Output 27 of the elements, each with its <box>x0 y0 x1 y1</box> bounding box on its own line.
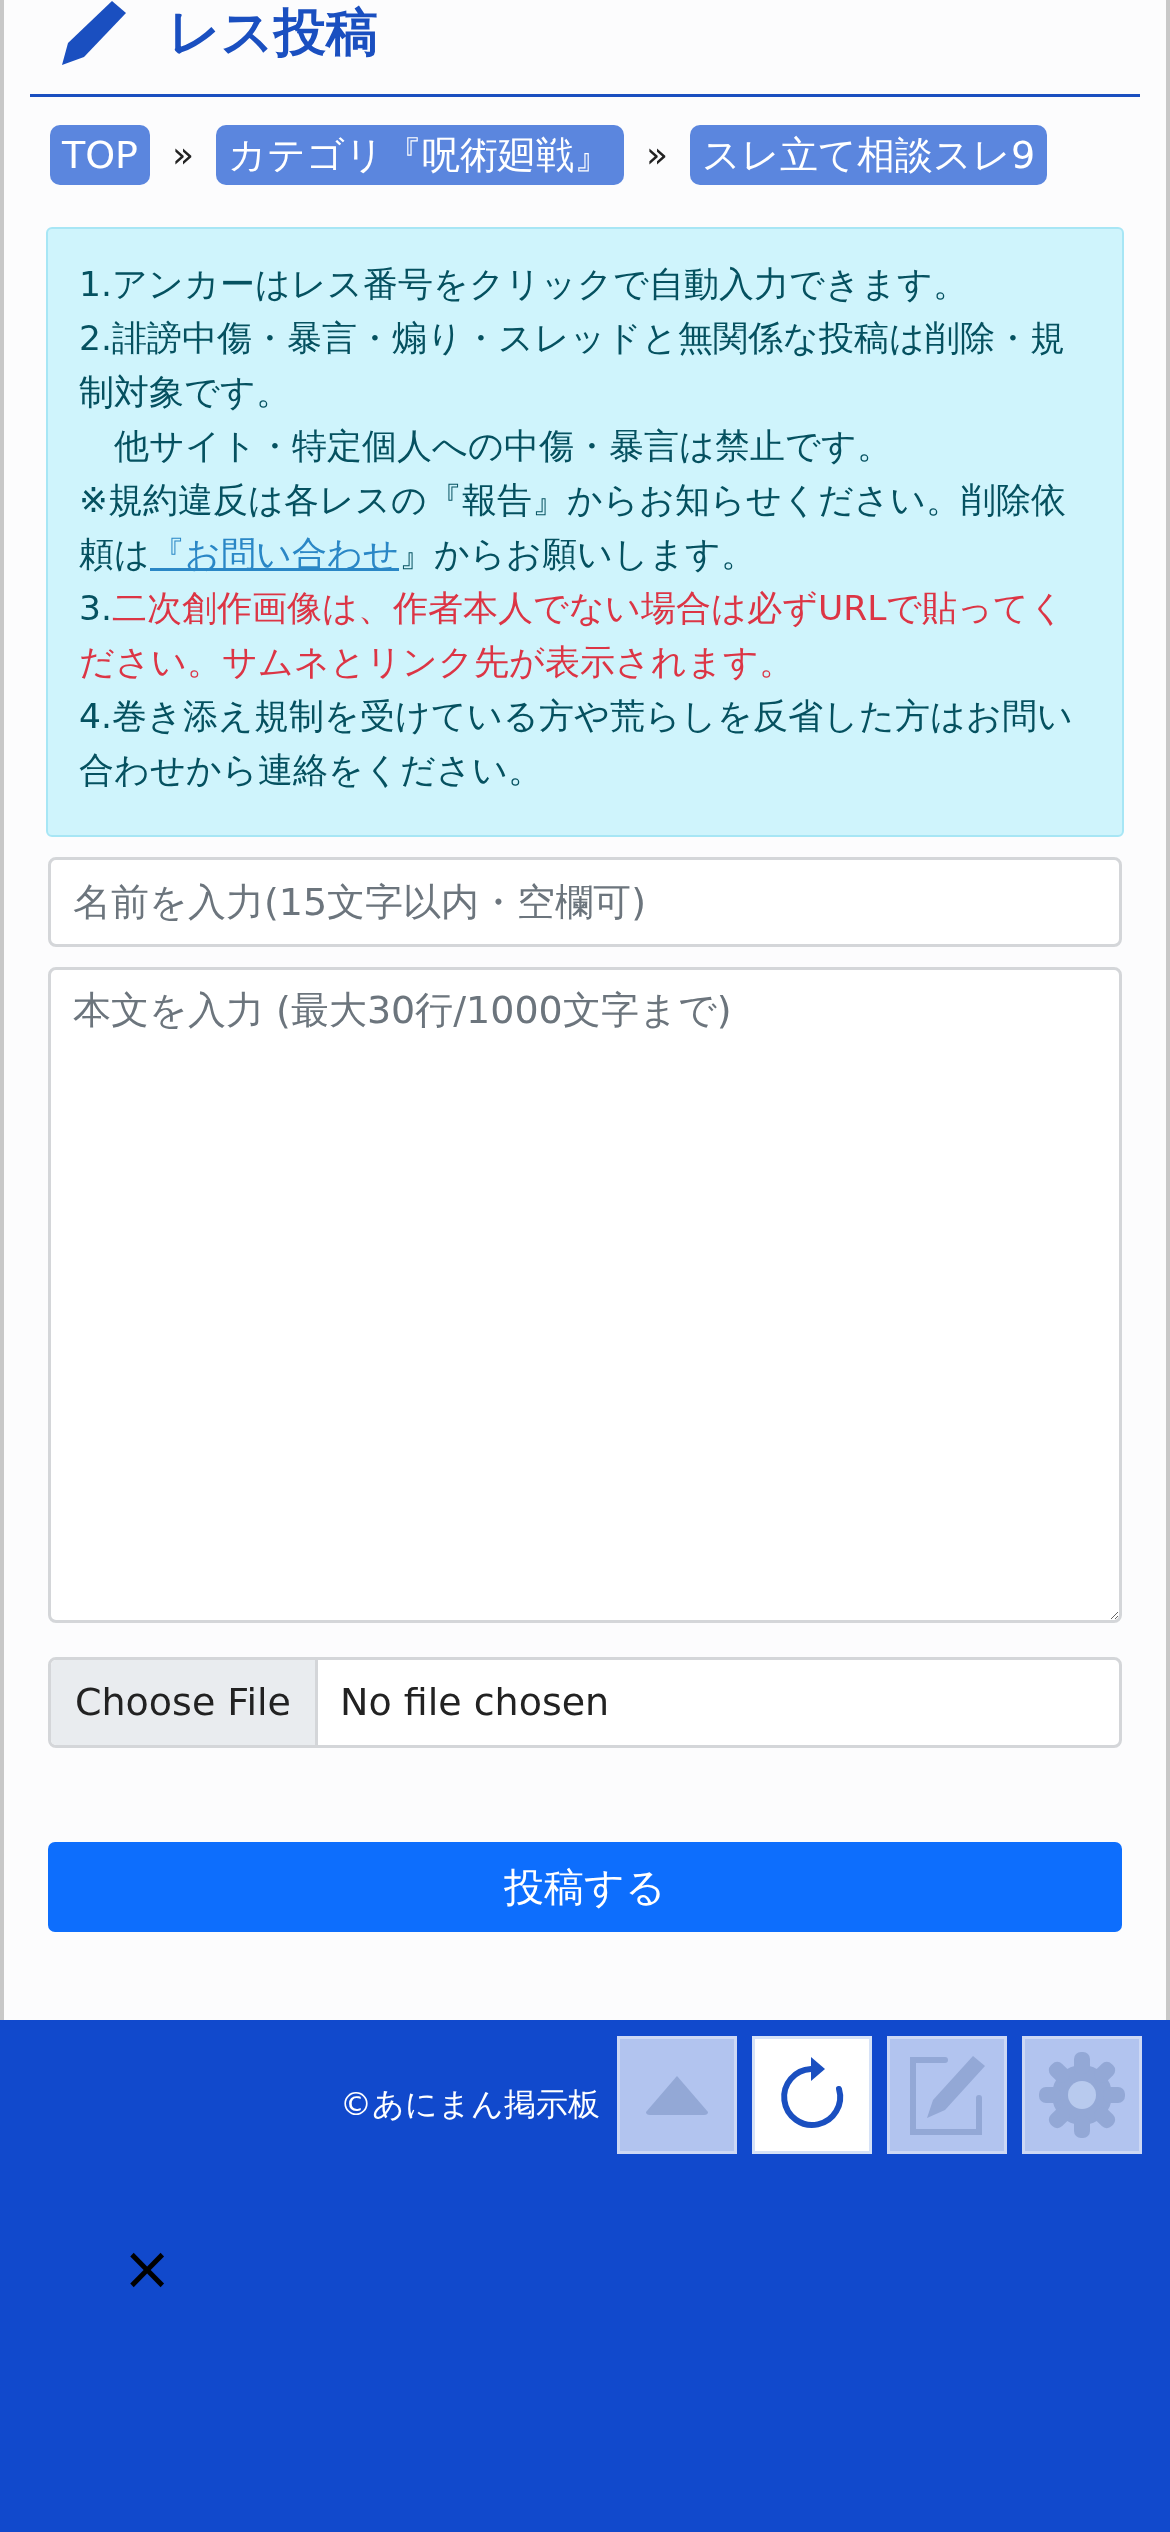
breadcrumb-separator: » <box>172 133 195 177</box>
edit-button[interactable] <box>887 2036 1007 2154</box>
breadcrumb-link[interactable]: カテゴリ『呪術廻戦』 <box>216 125 625 185</box>
gear-icon <box>1037 2050 1127 2140</box>
notice-text: 他サイト・特定個人への中傷・暴言は禁止です。 <box>113 425 893 468</box>
breadcrumb-link[interactable]: TOP <box>50 125 151 185</box>
close-button[interactable]: × <box>122 2238 173 2298</box>
notice-text: 2.誹謗中傷・暴言・煽り・スレッドと無関係な投稿は削除・規制対象です。 <box>79 317 1066 414</box>
file-input[interactable]: Choose File No file chosen <box>48 1657 1122 1748</box>
up-button[interactable] <box>617 2036 737 2154</box>
notice-text: 3.二次創作画像は、作者本人でない場合は必ずURLで貼ってください。サムネとリンク先が表示されます。 <box>79 587 1067 684</box>
message-field[interactable]: 本文を入力 (最大30行/1000文字まで) <box>48 967 1122 1623</box>
contact-link[interactable]: 『お問い合わせ <box>150 534 399 574</box>
breadcrumb-separator: » <box>646 133 669 177</box>
notice-text: 1.アンカーはレス番号をクリックで自動入力できます。 <box>79 263 969 306</box>
notice-text: ※規約違反は各レスの『報告』からお知らせください。削除依頼は『お問い合わせ』からお願いします。 <box>79 479 1067 576</box>
page-title: レス投稿 <box>168 6 378 58</box>
copyright-text: ©あにまん掲示板 <box>340 2084 600 2125</box>
choose-file-button[interactable]: Choose File <box>51 1660 318 1745</box>
settings-button[interactable] <box>1022 2036 1142 2154</box>
submit-button[interactable]: 投稿する <box>48 1842 1122 1932</box>
reload-button[interactable] <box>752 2036 872 2154</box>
name-field[interactable]: 名前を入力(15文字以内・空欄可) <box>48 857 1122 947</box>
breadcrumb-link[interactable]: スレ立て相談スレ9 <box>690 125 1048 185</box>
edit-icon <box>907 2054 987 2136</box>
notice-text: 4.巻き添え規制を受けている方や荒らしを反省した方はお問い合わせから連絡をください。 <box>79 695 1074 792</box>
triangle-icon <box>644 2074 710 2116</box>
